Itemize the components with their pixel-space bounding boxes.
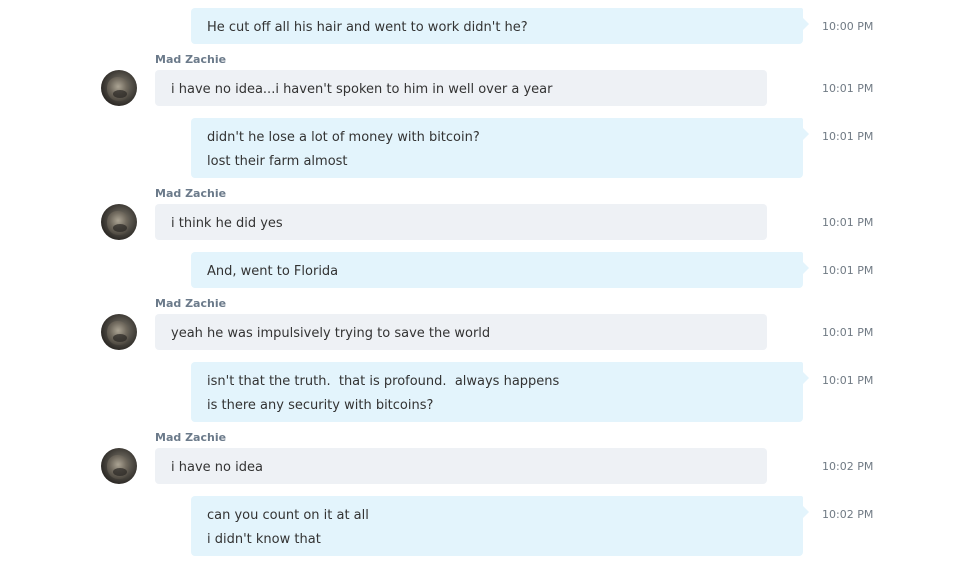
message-text: i think he did yes [171, 216, 283, 231]
message-text: i didn't know that [207, 532, 321, 547]
message-text: didn't he lose a lot of money with bitco… [207, 130, 480, 145]
message-timestamp: 10:01 PM [822, 130, 874, 143]
incoming-message-bubble[interactable]: i have no idea...i haven't spoken to him… [155, 70, 767, 106]
chat-message-list[interactable]: He cut off all his hair and went to work… [0, 0, 974, 575]
sender-name: Mad Zachie [155, 53, 227, 66]
message-text: lost their farm almost [207, 154, 348, 169]
incoming-message-bubble[interactable]: yeah he was impulsively trying to save t… [155, 314, 767, 350]
message-timestamp: 10:01 PM [822, 82, 874, 95]
message-text: is there any security with bitcoins? [207, 398, 434, 413]
incoming-message-bubble[interactable]: i have no idea [155, 448, 767, 484]
outgoing-message-bubble[interactable]: isn't that the truth. that is profound. … [191, 362, 809, 422]
message-text: And, went to Florida [207, 264, 339, 279]
message-text: isn't that the truth. that is profound. … [207, 374, 560, 389]
message-timestamp: 10:01 PM [822, 326, 874, 339]
message-timestamp: 10:01 PM [822, 374, 874, 387]
message-text: i have no idea [171, 460, 263, 475]
avatar[interactable] [101, 314, 137, 350]
message-timestamp: 10:01 PM [822, 264, 874, 277]
sender-name: Mad Zachie [155, 297, 227, 310]
message-text: i have no idea...i haven't spoken to him… [171, 82, 553, 97]
outgoing-message-bubble[interactable]: And, went to Florida [191, 252, 809, 288]
sender-name: Mad Zachie [155, 431, 227, 444]
message-timestamp: 10:02 PM [822, 460, 874, 473]
message-text: can you count on it at all [207, 508, 369, 523]
outgoing-message-bubble[interactable]: didn't he lose a lot of money with bitco… [191, 118, 809, 178]
message-timestamp: 10:00 PM [822, 20, 874, 33]
avatar[interactable] [101, 204, 137, 240]
sender-name: Mad Zachie [155, 187, 227, 200]
message-timestamp: 10:01 PM [822, 216, 874, 229]
message-text: yeah he was impulsively trying to save t… [171, 326, 491, 341]
avatar[interactable] [101, 70, 137, 106]
message-timestamp: 10:02 PM [822, 508, 874, 521]
outgoing-message-bubble[interactable]: can you count on it at all i didn't know… [191, 496, 809, 556]
avatar[interactable] [101, 448, 137, 484]
message-text: He cut off all his hair and went to work… [207, 20, 528, 35]
incoming-message-bubble[interactable]: i think he did yes [155, 204, 767, 240]
outgoing-message-bubble[interactable]: He cut off all his hair and went to work… [191, 8, 809, 44]
